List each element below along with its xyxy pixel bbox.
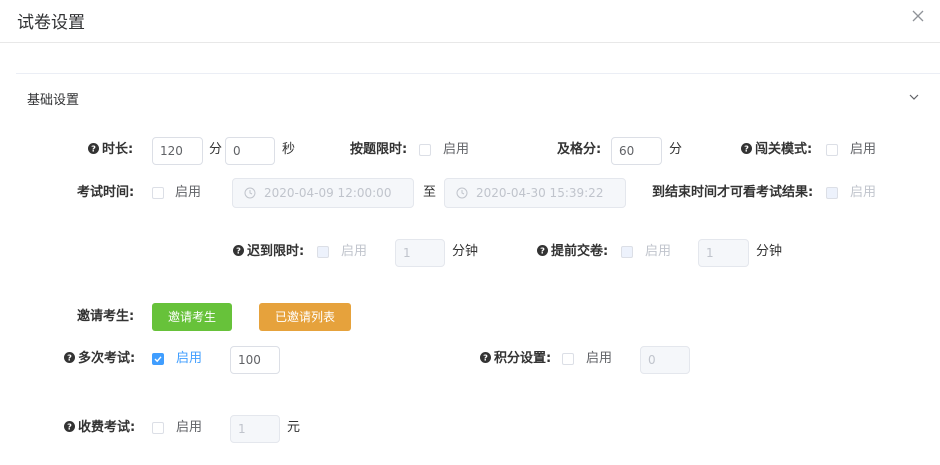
invited-list-button[interactable]: 已邀请列表	[259, 303, 351, 331]
multi-exam-label: ? 多次考试:	[64, 350, 135, 368]
question-limit-checkbox[interactable]	[419, 144, 431, 156]
early-submit-option: 启用	[645, 244, 672, 259]
section-title: 基础设置	[27, 93, 80, 108]
view-result-checkbox[interactable]	[826, 187, 838, 199]
points-label: ? 积分设置:	[480, 350, 551, 368]
question-circle-icon: ?	[480, 352, 491, 363]
multi-exam-checkbox[interactable]	[152, 353, 164, 365]
svg-text:?: ?	[540, 245, 545, 255]
exam-time-label: 考试时间:	[77, 185, 135, 200]
pass-score-input[interactable]: 60	[611, 137, 662, 165]
clock-icon	[456, 187, 468, 199]
exam-time-separator: 至	[423, 185, 437, 200]
dialog-header: 试卷设置	[0, 0, 940, 43]
svg-text:?: ?	[91, 143, 96, 153]
duration-minutes-unit: 分	[209, 142, 223, 157]
paid-exam-option[interactable]: 启用	[176, 419, 202, 437]
pass-score-label: 及格分:	[557, 142, 602, 157]
exam-time-option[interactable]: 启用	[175, 184, 201, 202]
late-limit-unit: 分钟	[452, 244, 479, 259]
question-circle-icon: ?	[64, 421, 75, 432]
paid-exam-label: ? 收费考试:	[64, 419, 135, 437]
exam-end-value: 2020-04-30 15:39:22	[476, 186, 604, 200]
chevron-down-icon	[909, 94, 919, 100]
svg-text:?: ?	[744, 143, 749, 153]
question-circle-icon: ?	[88, 143, 99, 154]
late-limit-input[interactable]: 1	[395, 239, 445, 267]
multi-exam-input[interactable]: 100	[230, 346, 280, 374]
dialog-title: 试卷设置	[17, 13, 85, 33]
level-mode-checkbox[interactable]	[826, 144, 838, 156]
clock-icon	[244, 187, 256, 199]
svg-text:?: ?	[67, 421, 72, 431]
paid-exam-input[interactable]: 1	[230, 415, 280, 443]
points-input[interactable]: 0	[640, 346, 690, 374]
multi-exam-option[interactable]: 启用	[176, 350, 202, 368]
duration-seconds-input[interactable]: 0	[225, 137, 275, 165]
points-option[interactable]: 启用	[586, 350, 612, 368]
invite-candidates-button[interactable]: 邀请考生	[152, 303, 232, 331]
late-limit-option: 启用	[341, 244, 368, 259]
svg-text:?: ?	[67, 352, 72, 362]
level-mode-option[interactable]: 启用	[850, 141, 876, 159]
question-circle-icon: ?	[233, 245, 244, 256]
duration-seconds-unit: 秒	[282, 142, 296, 157]
paid-exam-unit: 元	[287, 420, 301, 435]
late-limit-label: ? 迟到限时:	[233, 243, 304, 261]
late-limit-checkbox[interactable]	[317, 246, 329, 258]
view-result-option: 启用	[850, 185, 877, 200]
points-checkbox[interactable]	[562, 353, 574, 365]
early-submit-label: ? 提前交卷:	[537, 243, 608, 261]
paid-exam-checkbox[interactable]	[152, 422, 164, 434]
basic-settings-collapse[interactable]: 基础设置	[16, 73, 940, 122]
question-limit-label: 按题限时:	[350, 142, 408, 157]
checkmark-icon	[154, 356, 162, 363]
pass-score-unit: 分	[669, 142, 683, 157]
exam-end-datetime[interactable]: 2020-04-30 15:39:22	[444, 178, 626, 208]
early-submit-unit: 分钟	[756, 244, 783, 259]
svg-text:?: ?	[483, 352, 488, 362]
question-circle-icon: ?	[64, 352, 75, 363]
duration-label: ? 时长:	[88, 141, 133, 159]
view-result-label: 到结束时间才可看考试结果:	[652, 185, 814, 200]
duration-minutes-input[interactable]: 120	[152, 137, 203, 165]
exam-start-value: 2020-04-09 12:00:00	[264, 186, 392, 200]
exam-settings-dialog: 试卷设置 基础设置 ? 时长: 120 分 0 秒 按题限时: 启用 及格分: 6…	[0, 0, 940, 465]
early-submit-input[interactable]: 1	[698, 239, 749, 267]
level-mode-label: ? 闯关模式:	[741, 141, 812, 159]
question-circle-icon: ?	[741, 143, 752, 154]
question-circle-icon: ?	[537, 245, 548, 256]
question-limit-option[interactable]: 启用	[443, 141, 469, 159]
svg-text:?: ?	[236, 245, 241, 255]
close-icon[interactable]	[911, 9, 925, 23]
exam-start-datetime[interactable]: 2020-04-09 12:00:00	[232, 178, 414, 208]
early-submit-checkbox[interactable]	[621, 246, 633, 258]
invite-label: 邀请考生:	[77, 309, 135, 324]
exam-time-checkbox[interactable]	[152, 187, 164, 199]
